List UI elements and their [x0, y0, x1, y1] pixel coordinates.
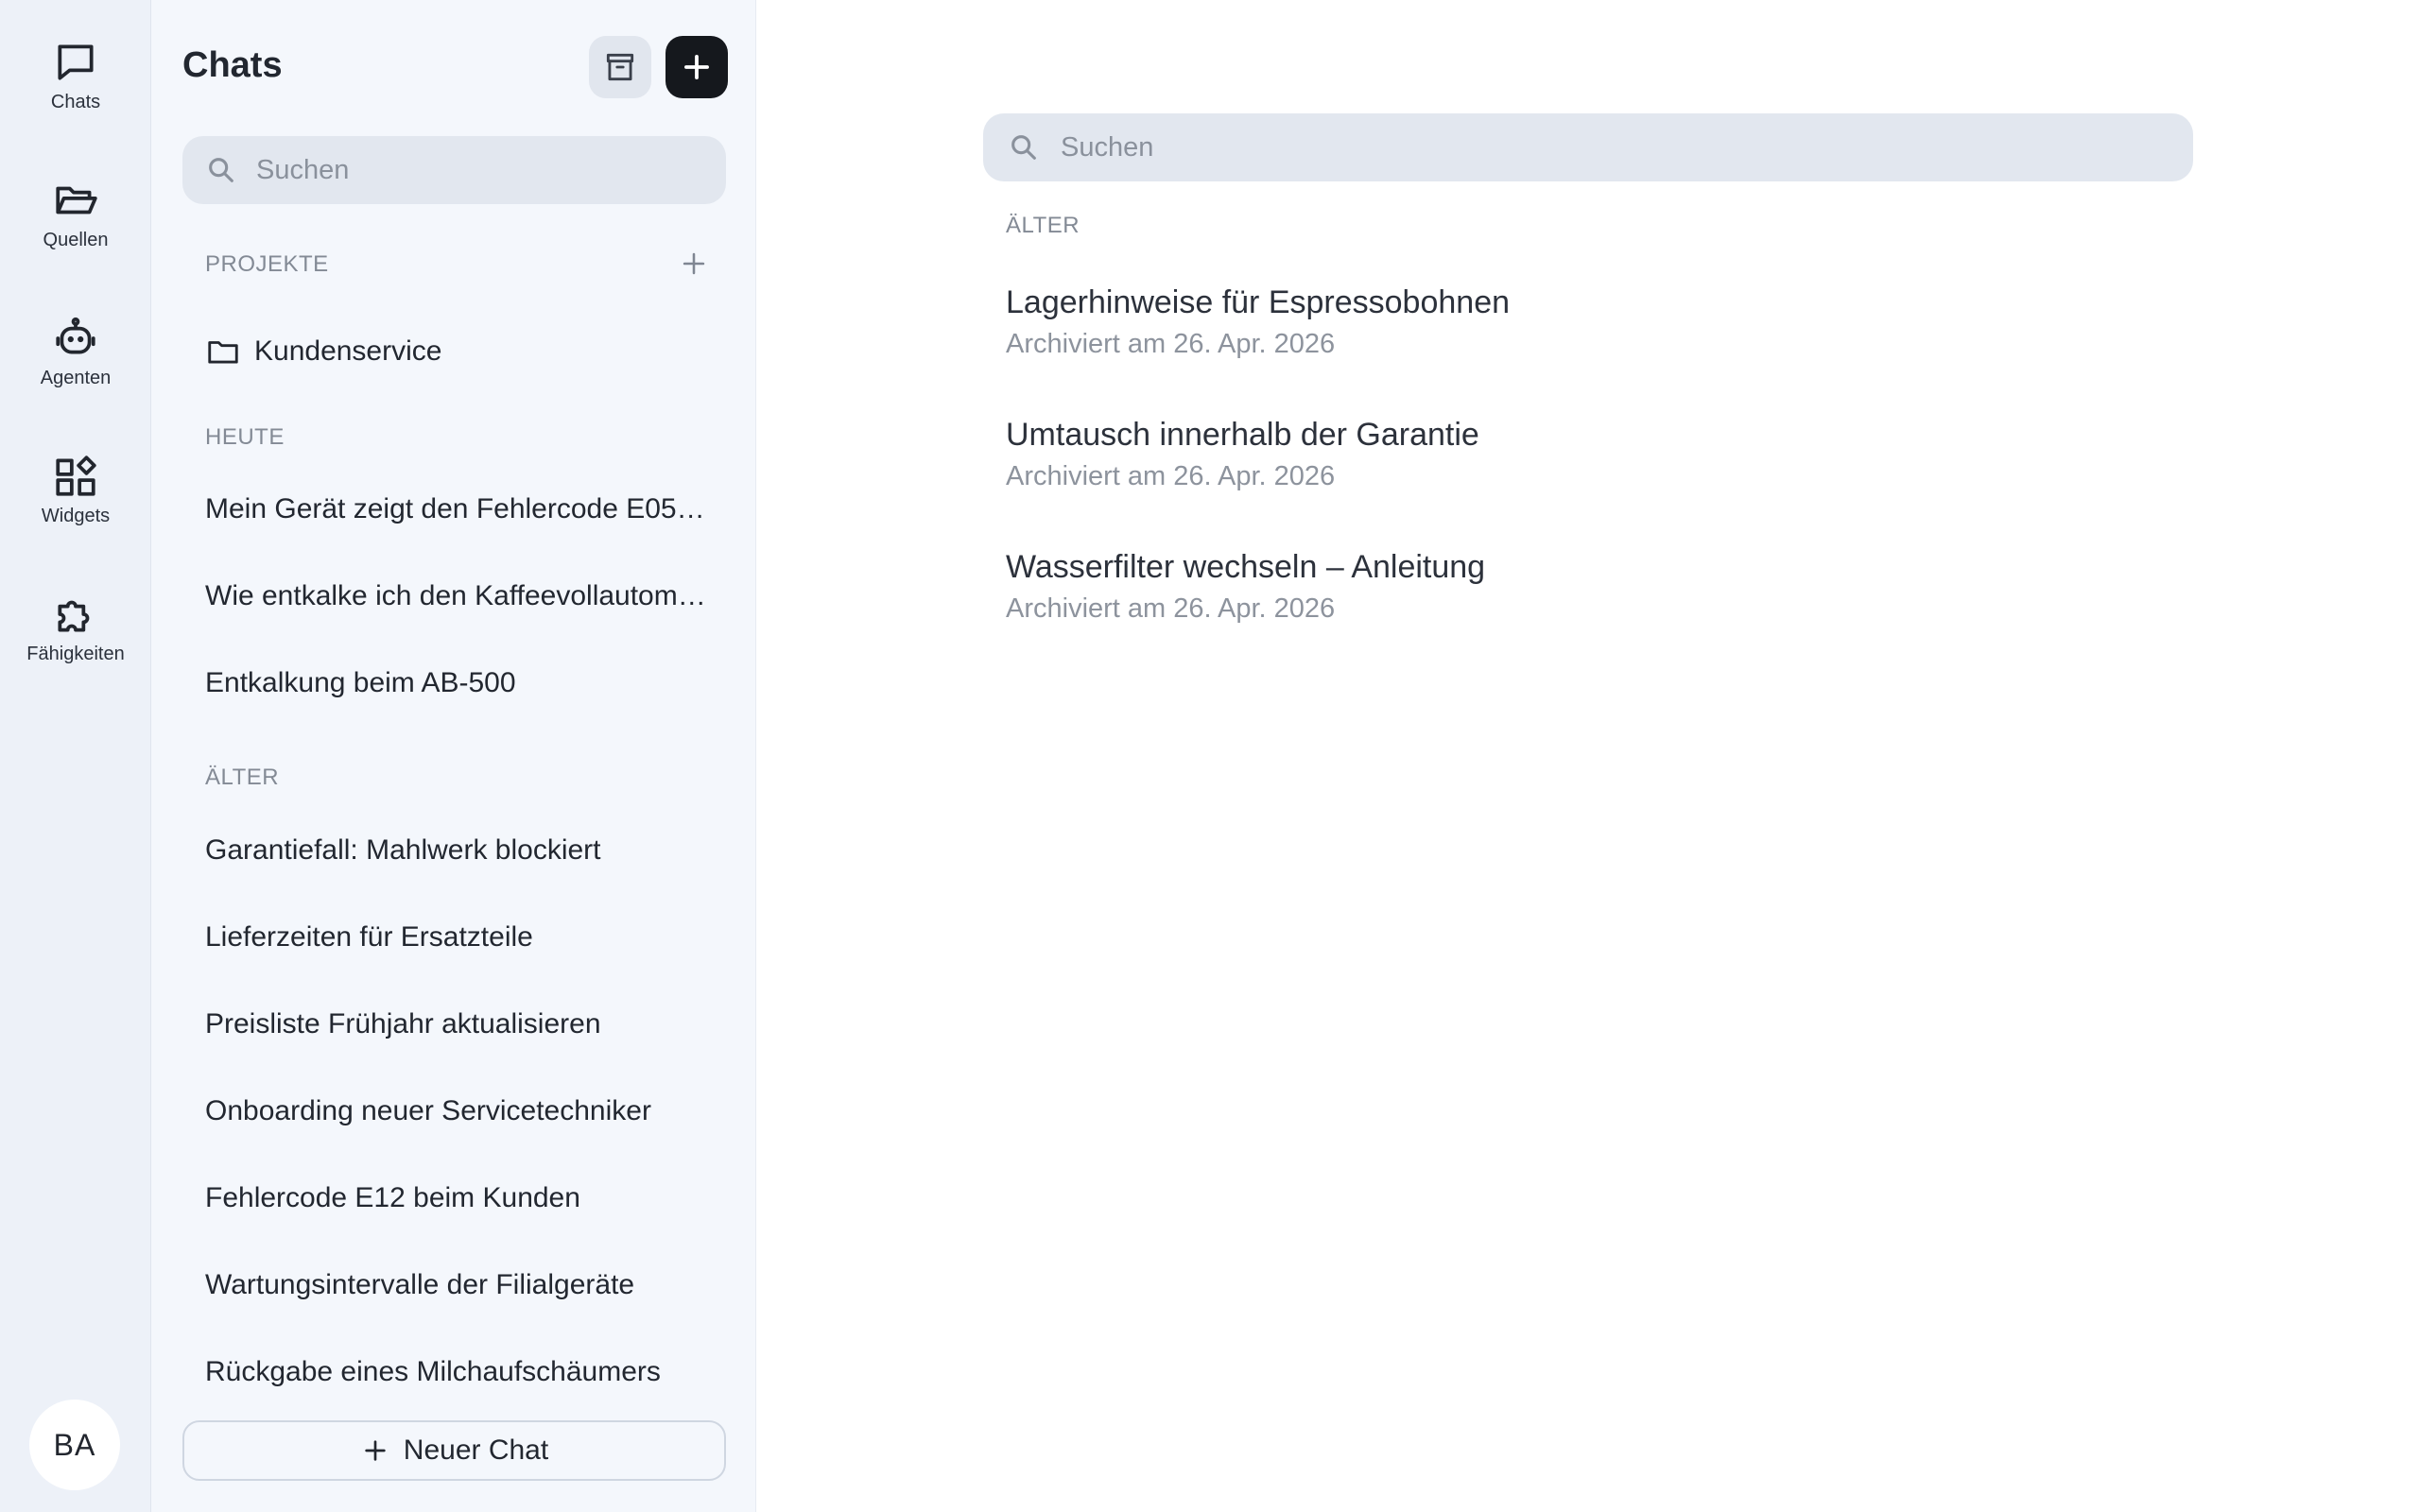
chat-item[interactable]: Mein Gerät zeigt den Fehlercode E05 auf … — [205, 489, 706, 530]
rail-label-widgets: Widgets — [41, 505, 111, 526]
icon-rail: Chats Quellen Agenten Widgets Fähigkeite… — [0, 0, 151, 1512]
rail-label-chats: Chats — [50, 91, 101, 112]
sidebar-search-input[interactable] — [256, 154, 726, 186]
rail-item-widgets[interactable]: Widgets — [0, 433, 151, 546]
rail-label-faehigkeiten: Fähigkeiten — [26, 643, 125, 664]
chat-item[interactable]: Lieferzeiten für Ersatzteile — [205, 917, 706, 958]
chat-item[interactable]: Rückgabe eines Milchaufschäumers — [205, 1351, 706, 1393]
folder-open-icon — [56, 186, 97, 214]
add-project-icon[interactable] — [678, 248, 710, 280]
archived-chat-title: Umtausch innerhalb der Garantie — [1006, 417, 1479, 453]
plus-icon — [365, 1440, 386, 1461]
rail-item-faehigkeiten[interactable]: Fähigkeiten — [0, 571, 151, 684]
avatar[interactable]: BA — [29, 1400, 120, 1490]
new-chat-icon-button[interactable] — [666, 36, 728, 98]
chat-sidebar: Chats PROJEKTE Kundenservice HEUTE Mein … — [151, 0, 756, 1512]
chat-item[interactable]: Entkalkung beim AB-500 — [205, 662, 706, 704]
puzzle-icon — [58, 600, 90, 632]
archived-chat-item[interactable]: Wasserfilter wechseln – Anleitung Archiv… — [1006, 546, 1485, 627]
archived-chat-date: Archiviert am 26. Apr. 2026 — [1006, 593, 1336, 624]
archived-chat-item[interactable]: Lagerhinweise für Espressobohnen Archivi… — [1006, 282, 1510, 363]
rail-label-quellen: Quellen — [43, 229, 109, 250]
rail-item-quellen[interactable]: Quellen — [0, 157, 151, 270]
rail-item-agenten[interactable]: Agenten — [0, 295, 151, 408]
archive-icon — [606, 53, 634, 81]
archive-search — [983, 113, 2193, 181]
rail-item-chats[interactable]: Chats — [0, 19, 151, 132]
search-icon — [209, 158, 233, 182]
chat-item[interactable]: Onboarding neuer Servicetechniker — [205, 1091, 706, 1132]
chat-item[interactable]: Wartungsintervalle der Filialgeräte — [205, 1264, 706, 1306]
sidebar-search — [182, 136, 726, 204]
archive-older-heading: ÄLTER — [1006, 213, 1080, 238]
archive-button[interactable] — [589, 36, 651, 98]
chat-item[interactable]: Wie entkalke ich den Kaffeevollautomaten… — [205, 576, 706, 617]
project-item-kundenservice[interactable]: Kundenservice — [205, 331, 441, 372]
new-chat-button[interactable]: Neuer Chat — [182, 1420, 726, 1481]
today-heading: HEUTE — [205, 424, 285, 450]
archive-search-input[interactable] — [1061, 131, 2193, 163]
chat-item[interactable]: Fehlercode E12 beim Kunden — [205, 1177, 706, 1219]
chat-item[interactable]: Preisliste Frühjahr aktualisieren — [205, 1004, 706, 1045]
projects-heading: PROJEKTE — [205, 251, 329, 277]
widgets-icon — [56, 455, 96, 496]
sidebar-title: Chats — [182, 45, 283, 85]
archived-chat-title: Wasserfilter wechseln – Anleitung — [1006, 549, 1486, 585]
archived-chat-item[interactable]: Umtausch innerhalb der Garantie Archivie… — [1006, 414, 1479, 495]
folder-icon — [208, 341, 238, 364]
archived-chat-date: Archiviert am 26. Apr. 2026 — [1006, 461, 1336, 491]
archived-chat-date: Archiviert am 26. Apr. 2026 — [1006, 329, 1336, 359]
search-icon — [1011, 135, 1036, 160]
new-chat-label: Neuer Chat — [403, 1435, 549, 1466]
plus-icon — [684, 55, 709, 79]
rail-label-agenten: Agenten — [40, 367, 112, 388]
archived-chat-title: Lagerhinweise für Espressobohnen — [1006, 284, 1511, 320]
older-heading: ÄLTER — [205, 765, 280, 790]
robot-icon — [56, 317, 95, 353]
chat-bubble-icon — [58, 43, 94, 80]
project-label: Kundenservice — [254, 335, 442, 367]
chat-item[interactable]: Garantiefall: Mahlwerk blockiert — [205, 830, 706, 871]
